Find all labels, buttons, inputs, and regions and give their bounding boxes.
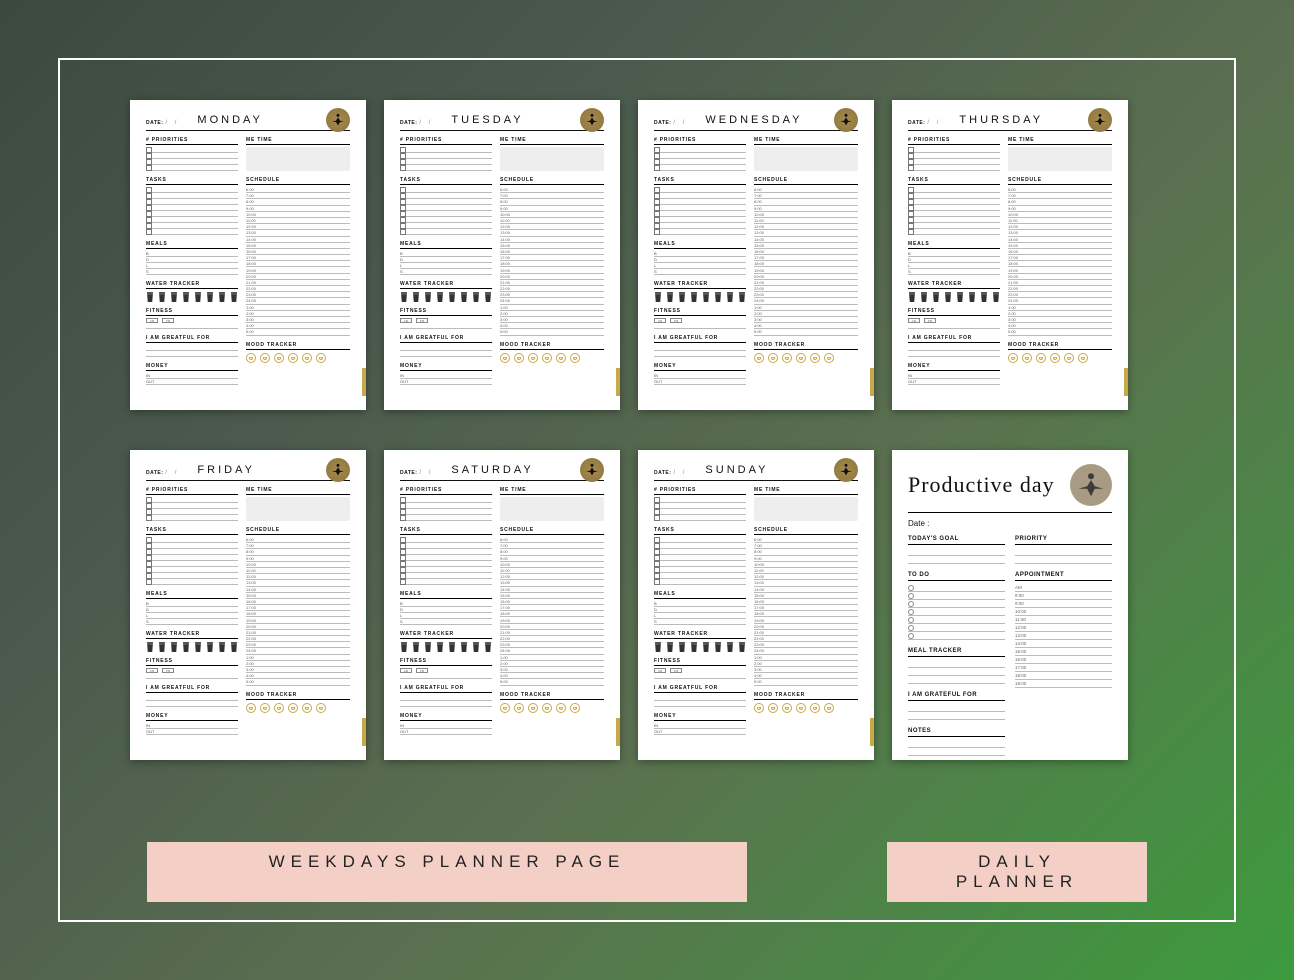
yoga-icon [580, 458, 604, 482]
todo-title: TO DO [908, 572, 1005, 581]
planner-grid: DATE: / / MONDAY # PRIORITIES TASKS MEAL… [130, 100, 1128, 760]
money-title: MONEY [146, 363, 238, 371]
page-thursday: DATE:/ /THURSDAY # PRIORITIESTASKSMEALSB… [892, 100, 1128, 410]
grateful-title: I AM GREATFUL FOR [146, 335, 238, 343]
date-slashes: / / [165, 120, 179, 126]
daily-title: Productive day [908, 472, 1055, 498]
page-tuesday: DATE:/ /TUESDAY # PRIORITIESTASKSMEALSBD… [384, 100, 620, 410]
yoga-icon [1088, 108, 1112, 132]
tasks-title: TASKS [146, 177, 238, 185]
priority-title: PRIORITY [1015, 536, 1112, 545]
mood-title: MOOD TRACKER [246, 342, 350, 350]
appointment-title: APPOINTMENT [1015, 572, 1112, 581]
page-friday: DATE:/ /FRIDAY # PRIORITIESTASKSMEALSBDL… [130, 450, 366, 760]
notes-title: NOTES [908, 728, 1005, 737]
bottom-labels: WEEKDAYS PLANNER PAGE DAILY PLANNER [0, 842, 1294, 902]
metime-box [246, 147, 350, 171]
weekdays-label: WEEKDAYS PLANNER PAGE [147, 842, 747, 902]
meal-title: MEAL TRACKER [908, 648, 1005, 657]
yoga-icon [580, 108, 604, 132]
gold-tab [362, 368, 366, 396]
priorities-title: # PRIORITIES [146, 137, 238, 145]
page-sunday: DATE:/ /SUNDAY # PRIORITIESTASKSMEALSBDL… [638, 450, 874, 760]
page-monday: DATE: / / MONDAY # PRIORITIES TASKS MEAL… [130, 100, 366, 410]
day-title: MONDAY [197, 114, 262, 126]
water-row [146, 292, 238, 302]
yoga-icon [1070, 464, 1112, 506]
page-wednesday: DATE:/ /WEDNESDAY # PRIORITIESTASKSMEALS… [638, 100, 874, 410]
yoga-icon [326, 458, 350, 482]
daily-date-label: Date : [908, 519, 1112, 528]
date-label: DATE: [146, 120, 163, 126]
schedule-title: SCHEDULE [246, 177, 350, 185]
yoga-icon [326, 108, 350, 132]
mood-row [246, 353, 350, 363]
meals-title: MEALS [146, 241, 238, 249]
goal-title: TODAY'S GOAL [908, 536, 1005, 545]
yoga-icon [834, 108, 858, 132]
fitness-title: FITNESS [146, 308, 238, 316]
daily-label: DAILY PLANNER [887, 842, 1147, 902]
page-daily-planner: Productive day Date : TODAY'S GOAL TO DO… [892, 450, 1128, 760]
water-title: WATER TRACKER [146, 281, 238, 289]
metime-title: ME TIME [246, 137, 350, 145]
yoga-icon [834, 458, 858, 482]
page-saturday: DATE:/ /SATURDAY # PRIORITIESTASKSMEALSB… [384, 450, 620, 760]
grateful-title: I AM GRATEFUL FOR [908, 692, 1005, 701]
